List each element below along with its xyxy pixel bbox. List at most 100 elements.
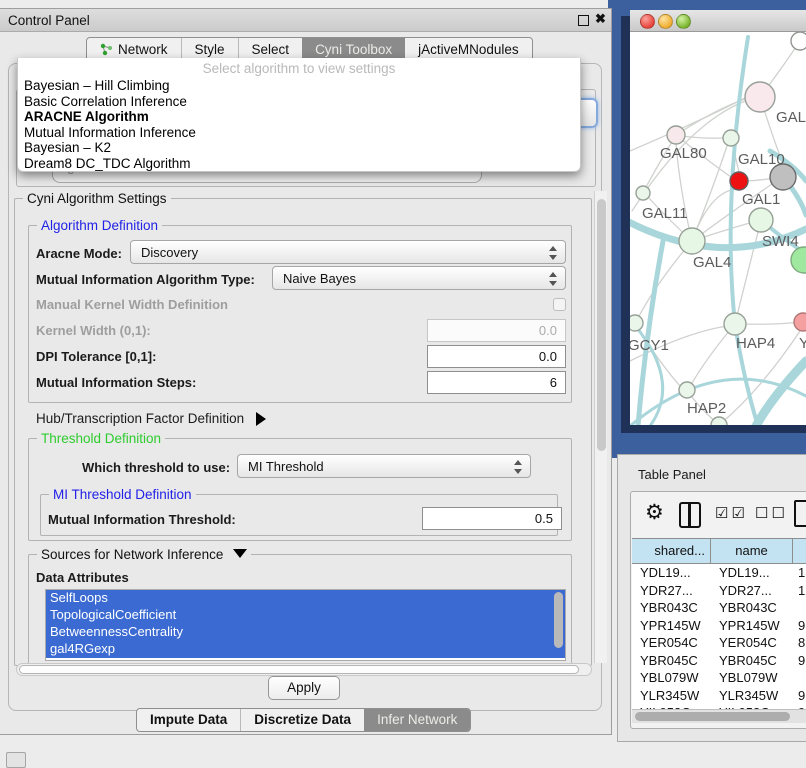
- node-label: Y: [799, 335, 806, 352]
- apply-button[interactable]: Apply: [268, 676, 340, 700]
- table-row[interactable]: YDL19...YDL19...13: [632, 564, 806, 582]
- network-node[interactable]: [667, 126, 685, 144]
- aracne-mode-combo[interactable]: Discovery: [130, 240, 566, 264]
- data-attribute-item[interactable]: BetweennessCentrality: [46, 624, 565, 641]
- algorithm-option[interactable]: Bayesian – Hill Climbing: [18, 78, 580, 94]
- algorithm-option[interactable]: Dream8 DC_TDC Algorithm: [18, 156, 580, 172]
- mi-threshold-label: Mutual Information Threshold:: [48, 512, 236, 527]
- table-row[interactable]: YER054CYER054C8.: [632, 634, 806, 652]
- table-header-row: shared... name: [632, 538, 806, 564]
- export-table-icon[interactable]: [794, 500, 806, 527]
- network-node[interactable]: [723, 130, 739, 146]
- network-node[interactable]: [679, 382, 695, 398]
- node-label: GAL80: [660, 145, 707, 162]
- table-cell: YPR145W: [711, 617, 793, 635]
- network-node[interactable]: [791, 32, 806, 50]
- float-window-icon[interactable]: [578, 15, 589, 26]
- data-attributes-list[interactable]: SelfLoopsTopologicalCoefficientBetweenne…: [45, 589, 566, 661]
- tab-impute-data[interactable]: Impute Data: [137, 709, 240, 731]
- stepper-arrows-icon: [513, 459, 522, 475]
- minimize-traffic-light-icon[interactable]: [658, 14, 673, 29]
- sources-legend[interactable]: Sources for Network Inference: [37, 547, 251, 562]
- mi-steps-label: Mutual Information Steps:: [36, 375, 196, 390]
- list-vertical-scrollbar[interactable]: [554, 592, 563, 648]
- table-cell: YDL19...: [632, 564, 711, 582]
- table-row[interactable]: YBR043CYBR043C: [632, 599, 806, 617]
- algorithm-options: Bayesian – Hill ClimbingBasic Correlatio…: [18, 78, 580, 172]
- node-label: SWI4: [762, 233, 799, 250]
- network-node[interactable]: [791, 247, 806, 273]
- close-icon[interactable]: ✖: [595, 11, 606, 27]
- hub-definition-toggle[interactable]: Hub/Transcription Factor Definition: [36, 411, 266, 426]
- algorithm-option[interactable]: Bayesian – K2: [18, 140, 580, 156]
- table-cell: YBR043C: [632, 599, 711, 617]
- network-node[interactable]: [711, 417, 727, 425]
- which-threshold-combo[interactable]: MI Threshold: [237, 454, 531, 478]
- zoom-traffic-light-icon[interactable]: [676, 14, 691, 29]
- control-panel-titlebar[interactable]: Control Panel ✖: [0, 9, 611, 32]
- kernel-width-input[interactable]: 0.0: [427, 319, 566, 342]
- table-cell: YDR27...: [711, 582, 793, 600]
- network-node[interactable]: [724, 313, 746, 335]
- table-row[interactable]: YDR27...YDR27...12: [632, 582, 806, 600]
- network-edge: [639, 241, 692, 316]
- algorithm-dropdown-list[interactable]: Select algorithm to view settings Bayesi…: [17, 58, 581, 172]
- data-attribute-items: SelfLoopsTopologicalCoefficientBetweenne…: [46, 590, 565, 658]
- select-all-checkboxes-icon[interactable]: ☑☑: [715, 504, 748, 522]
- table-panel-title: Table Panel: [638, 467, 706, 482]
- gear-icon[interactable]: ⚙: [645, 500, 664, 525]
- algorithm-option[interactable]: ARACNE Algorithm: [18, 109, 580, 125]
- column-header-partial[interactable]: [793, 539, 806, 563]
- mi-threshold-input[interactable]: 0.5: [422, 507, 562, 530]
- table-cell: YBL079W: [711, 669, 793, 687]
- dpi-tolerance-input[interactable]: 0.0: [427, 345, 566, 368]
- node-label: HAP4: [736, 335, 775, 352]
- table-row[interactable]: YBL079WYBL079W: [632, 669, 806, 687]
- network-node[interactable]: [745, 82, 775, 112]
- network-node[interactable]: [794, 313, 806, 331]
- settings-vertical-scrollbar[interactable]: [594, 191, 607, 663]
- table-cell: 13: [793, 564, 806, 582]
- tab-infer-network[interactable]: Infer Network: [364, 709, 470, 731]
- manual-kernel-width-checkbox[interactable]: [553, 298, 566, 311]
- table-row[interactable]: YPR145WYPR145W9.: [632, 617, 806, 635]
- table-row[interactable]: YBR045CYBR045C9.: [632, 652, 806, 670]
- node-label: GAL10: [738, 151, 785, 168]
- data-attribute-item[interactable]: TopologicalCoefficient: [46, 607, 565, 624]
- settings-horizontal-scrollbar[interactable]: [16, 663, 592, 676]
- kernel-width-label: Kernel Width (0,1):: [36, 323, 151, 338]
- settings-vscroll-thumb[interactable]: [597, 199, 606, 451]
- network-node[interactable]: [630, 315, 643, 331]
- table-hscroll-thumb[interactable]: [635, 712, 790, 721]
- network-view-window[interactable]: GALGAL80GAL10GAL1GAL11GAL4SWI4GCY1HAP4YH…: [630, 10, 806, 425]
- control-panel-window: Control Panel ✖ Network Style Select Cyn…: [0, 8, 612, 735]
- dpi-tolerance-label: DPI Tolerance [0,1]:: [36, 349, 156, 364]
- close-traffic-light-icon[interactable]: [640, 14, 655, 29]
- data-attribute-item[interactable]: SelfLoops: [46, 590, 565, 607]
- settings-hscroll-thumb[interactable]: [19, 665, 579, 674]
- taskbar-partial-icon[interactable]: [6, 752, 26, 768]
- table-cell: YLR345W: [711, 687, 793, 705]
- table-panel-body: ⚙ ☑☑ ☐☐ shared... name YDL19...YDL19...1…: [630, 491, 806, 729]
- tab-discretize-data[interactable]: Discretize Data: [240, 709, 364, 731]
- unselect-all-checkboxes-icon[interactable]: ☐☐: [755, 504, 788, 522]
- network-node[interactable]: [730, 172, 748, 190]
- network-canvas[interactable]: GALGAL80GAL10GAL1GAL11GAL4SWI4GCY1HAP4YH…: [630, 32, 806, 425]
- column-header-shared-name[interactable]: shared...: [632, 539, 711, 563]
- mi-steps-input[interactable]: 6: [427, 371, 566, 394]
- data-attribute-item[interactable]: gal4RGexp: [46, 641, 565, 658]
- mi-algorithm-type-combo[interactable]: Naive Bayes: [272, 266, 566, 290]
- column-header-name[interactable]: name: [711, 539, 793, 563]
- split-pane-icon[interactable]: [679, 502, 701, 528]
- table-row[interactable]: YLR345WYLR345W9.: [632, 687, 806, 705]
- combo-value: Discovery: [141, 245, 198, 260]
- network-node[interactable]: [679, 228, 705, 254]
- algorithm-option[interactable]: Basic Correlation Inference: [18, 94, 580, 110]
- table-horizontal-scrollbar[interactable]: [632, 709, 806, 723]
- network-window-titlebar[interactable]: [630, 10, 806, 32]
- network-node[interactable]: [636, 186, 650, 200]
- network-node[interactable]: [749, 208, 773, 232]
- table-cell: 12: [793, 582, 806, 600]
- stepper-arrows-icon: [548, 245, 557, 261]
- algorithm-option[interactable]: Mutual Information Inference: [18, 125, 580, 141]
